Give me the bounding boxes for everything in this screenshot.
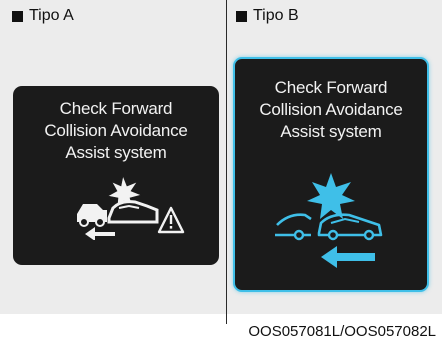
collision-warning-icon: [275, 173, 383, 268]
panel-a-message-line-2: Collision Avoidance: [44, 121, 188, 140]
collision-warning-icon: [77, 174, 185, 240]
panel-a-message: Check Forward Collision Avoidance Assist…: [13, 98, 219, 164]
panel-b-message: Check Forward Collision Avoidance Assist…: [235, 77, 427, 143]
panel-a-message-line-1: Check Forward: [59, 99, 173, 118]
panel-divider: [226, 0, 227, 324]
panel-a-label: Tipo A: [12, 8, 74, 24]
panel-b-message-line-3: Assist system: [280, 122, 382, 141]
square-bullet-icon: [12, 10, 23, 22]
panel-b-label-text: Tipo B: [253, 7, 299, 24]
figure-caption: OOS057081L/OOS057082L: [248, 323, 436, 340]
square-bullet-icon: [236, 10, 247, 22]
panel-b-display: Check Forward Collision Avoidance Assist…: [233, 57, 429, 292]
panel-b-message-line-2: Collision Avoidance: [259, 100, 403, 119]
panel-a-display: Check Forward Collision Avoidance Assist…: [13, 86, 219, 265]
panel-b-message-line-1: Check Forward: [274, 78, 388, 97]
panel-a-label-text: Tipo A: [29, 7, 74, 24]
panel-b-label: Tipo B: [236, 8, 299, 24]
panel-a-message-line-3: Assist system: [65, 143, 167, 162]
